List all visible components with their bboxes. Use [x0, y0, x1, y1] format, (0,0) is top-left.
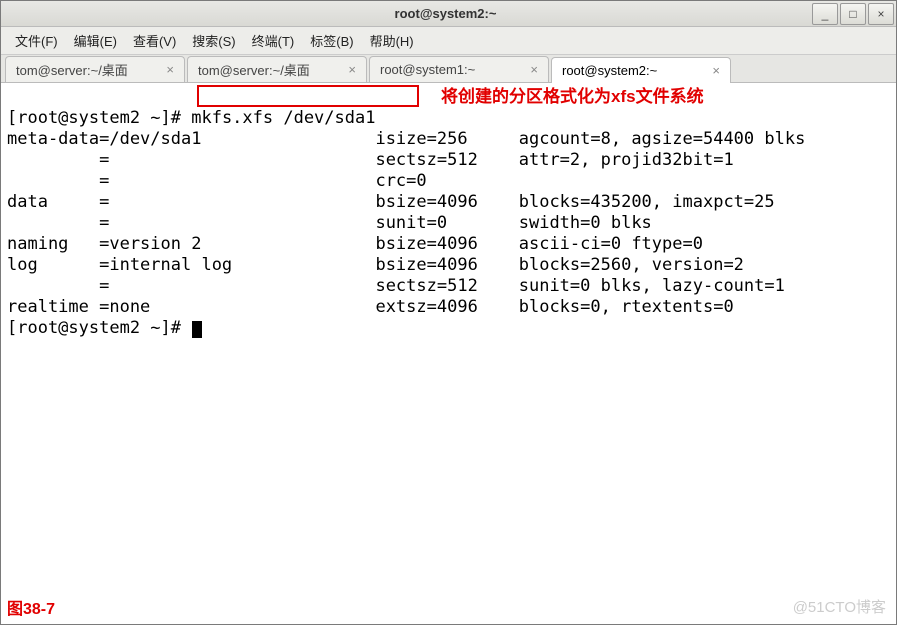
output-line: naming =version 2 bsize=4096 ascii-ci=0 …: [7, 234, 703, 254]
output-line: meta-data=/dev/sda1 isize=256 agcount=8,…: [7, 129, 805, 149]
tab-2[interactable]: tom@server:~/桌面 ×: [187, 56, 367, 82]
window-title: root@system2:~: [79, 6, 812, 21]
tab-close-icon[interactable]: ×: [712, 63, 720, 78]
output-line: log =internal log bsize=4096 blocks=2560…: [7, 255, 744, 275]
menu-help[interactable]: 帮助(H): [362, 29, 422, 52]
figure-label: 图38-7: [7, 599, 55, 620]
prompt: [root@system2 ~]#: [7, 318, 191, 338]
annotation-text: 将创建的分区格式化为xfs文件系统: [441, 86, 704, 107]
menu-edit[interactable]: 编辑(E): [66, 29, 125, 52]
tab-1[interactable]: tom@server:~/桌面 ×: [5, 56, 185, 82]
tab-3[interactable]: root@system1:~ ×: [369, 56, 549, 82]
menu-terminal[interactable]: 终端(T): [244, 29, 303, 52]
menu-search[interactable]: 搜索(S): [184, 29, 243, 52]
output-line: = sunit=0 swidth=0 blks: [7, 213, 652, 233]
tab-close-icon[interactable]: ×: [166, 62, 174, 77]
command: mkfs.xfs /dev/sda1: [191, 108, 375, 128]
cursor-icon: [192, 321, 202, 338]
terminal-area[interactable]: [root@system2 ~]# mkfs.xfs /dev/sda1 met…: [1, 83, 896, 624]
titlebar: root@system2:~ _ □ ×: [1, 1, 896, 27]
tab-bar: tom@server:~/桌面 × tom@server:~/桌面 × root…: [1, 55, 896, 83]
menu-view[interactable]: 查看(V): [125, 29, 184, 52]
prompt: [root@system2 ~]#: [7, 108, 191, 128]
tab-label: tom@server:~/桌面: [198, 60, 310, 79]
menu-bar: 文件(F) 编辑(E) 查看(V) 搜索(S) 终端(T) 标签(B) 帮助(H…: [1, 27, 896, 55]
tab-close-icon[interactable]: ×: [348, 62, 356, 77]
output-line: realtime =none extsz=4096 blocks=0, rtex…: [7, 297, 734, 317]
highlight-box: [197, 85, 419, 107]
tab-4-active[interactable]: root@system2:~ ×: [551, 57, 731, 83]
window-controls: _ □ ×: [812, 3, 896, 25]
output-line: = sectsz=512 sunit=0 blks, lazy-count=1: [7, 276, 785, 296]
tab-label: root@system2:~: [562, 63, 657, 78]
menu-tabs[interactable]: 标签(B): [302, 29, 361, 52]
tab-label: tom@server:~/桌面: [16, 60, 128, 79]
output-line: = crc=0: [7, 171, 427, 191]
menu-file[interactable]: 文件(F): [7, 29, 66, 52]
output-line: = sectsz=512 attr=2, projid32bit=1: [7, 150, 734, 170]
watermark: @51CTO博客: [793, 597, 886, 618]
terminal-window: root@system2:~ _ □ × 文件(F) 编辑(E) 查看(V) 搜…: [0, 0, 897, 625]
minimize-button[interactable]: _: [812, 3, 838, 25]
tab-close-icon[interactable]: ×: [530, 62, 538, 77]
maximize-button[interactable]: □: [840, 3, 866, 25]
close-button[interactable]: ×: [868, 3, 894, 25]
output-line: data = bsize=4096 blocks=435200, imaxpct…: [7, 192, 775, 212]
tab-label: root@system1:~: [380, 62, 475, 77]
